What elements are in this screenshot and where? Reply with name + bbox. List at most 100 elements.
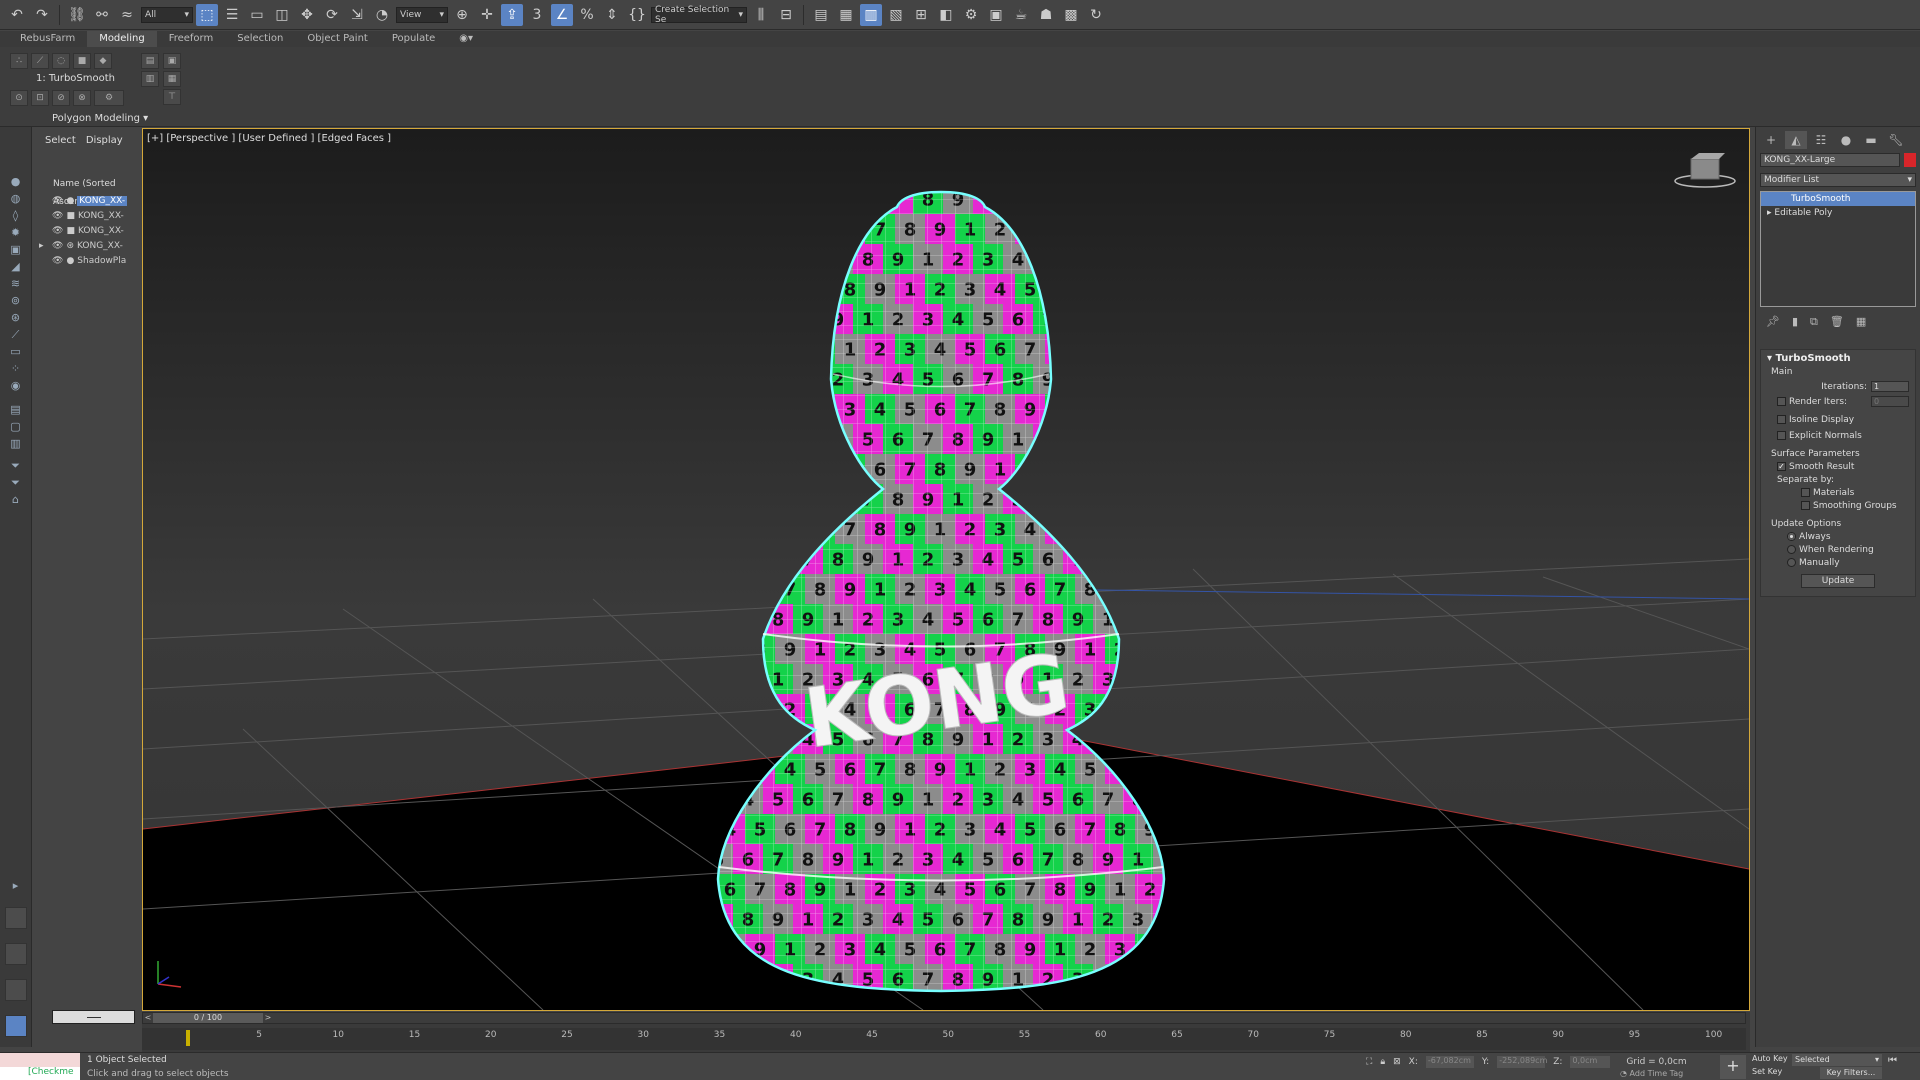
tab-populate[interactable]: Populate	[380, 31, 447, 47]
iterations-spinner[interactable]: 1	[1871, 381, 1909, 392]
materials-checkbox[interactable]	[1801, 488, 1810, 497]
snaps-toggle-icon[interactable]: 3	[526, 4, 548, 26]
render-production-icon[interactable]: ☕	[1010, 4, 1032, 26]
display-containers-icon[interactable]: ▭	[8, 345, 24, 359]
render-iterative-icon[interactable]: ☗	[1035, 4, 1057, 26]
ribbon-side-b-icon[interactable]: ▥	[141, 71, 159, 87]
show-end-result-icon[interactable]: ⊡	[31, 90, 49, 106]
element-icon[interactable]: ◆	[94, 53, 112, 69]
eye-icon[interactable]: 👁︎	[52, 256, 63, 266]
polygon-modeling-dropdown[interactable]: Polygon Modeling ▾	[52, 113, 148, 124]
always-radio[interactable]	[1787, 532, 1796, 541]
next-frame-arrow-icon[interactable]: >	[263, 1013, 273, 1023]
filter-active-icon[interactable]: ⏷	[8, 476, 24, 490]
tab-select[interactable]: Select	[45, 135, 76, 153]
selection-lock-icon[interactable]: 🔒︎	[1380, 1057, 1385, 1067]
pin-stack-icon[interactable]: ⊙	[10, 90, 28, 106]
display-xrefs-icon[interactable]: ⊛	[8, 311, 24, 325]
time-slider-thumb[interactable]: 0 / 100	[153, 1013, 263, 1023]
add-time-tag[interactable]: ◔ Add Time Tag	[1620, 1069, 1683, 1078]
named-selection-sets-dropdown[interactable]: Create Selection Se ▾	[651, 5, 747, 25]
scene-row[interactable]: ▸ 👁︎ ⊛ KONG_XX-	[33, 238, 139, 253]
display-geometry-icon[interactable]: ◍	[8, 192, 24, 206]
expand-arrow-icon[interactable]: ▸	[8, 879, 24, 893]
auto-key-button[interactable]: Auto Key	[1752, 1054, 1788, 1063]
stack-item-turbosmooth[interactable]: TurboSmooth	[1761, 192, 1915, 206]
make-unique-icon[interactable]: ⊘	[52, 90, 70, 106]
isolate-selection-icon[interactable]: ⛶	[1366, 1057, 1372, 1067]
tab-freeform[interactable]: Freeform	[157, 31, 226, 47]
tab-object-paint[interactable]: Object Paint	[295, 31, 380, 47]
display-all-icon[interactable]: ◉	[8, 379, 24, 393]
tab-rebusfarm[interactable]: RebusFarm	[8, 31, 87, 47]
x-coordinate-field[interactable]: -67,082cm	[1425, 1056, 1474, 1068]
time-slider-track[interactable]: 0 / 100 < >	[142, 1012, 1746, 1024]
pin-stack-icon[interactable]: 📌︎	[1766, 315, 1780, 329]
z-coordinate-field[interactable]: 0,0cm	[1570, 1056, 1611, 1068]
layer-toggle-icon[interactable]: ⌂	[8, 493, 24, 507]
display-helpers-icon[interactable]: ◢	[8, 260, 24, 274]
ribbon-side-d-icon[interactable]: ▦	[163, 71, 181, 87]
object-name-field[interactable]: KONG_XX-Large	[1760, 153, 1900, 167]
viewport-layout-3[interactable]	[5, 979, 27, 1001]
mirror-icon[interactable]: ⫼	[750, 4, 772, 26]
pivot-center-icon[interactable]: ⊕	[451, 4, 473, 26]
select-all-icon[interactable]: ▤	[8, 403, 24, 417]
absolute-mode-icon[interactable]: ⊠	[1393, 1057, 1401, 1067]
key-filters-button[interactable]: Key Filters...	[1820, 1067, 1882, 1079]
select-none-icon[interactable]: ▢	[8, 420, 24, 434]
tab-display[interactable]: Display	[86, 135, 123, 153]
configure-modifiers-icon[interactable]: ⚙	[94, 90, 124, 106]
show-end-result-icon[interactable]: ▮	[1792, 315, 1798, 329]
utilities-tab-icon[interactable]: 🔧︎	[1885, 131, 1907, 149]
ribbon-side-a-icon[interactable]: ▤	[141, 53, 159, 69]
column-header-name[interactable]: Name (Sorted Ascen	[33, 175, 139, 207]
display-groups-icon[interactable]: ⊚	[8, 294, 24, 308]
eye-icon[interactable]: 👁︎	[52, 196, 63, 206]
select-object-icon[interactable]: ⬚	[196, 3, 218, 26]
reference-coordinate-dropdown[interactable]: View ▾	[396, 6, 448, 23]
key-mode-dropdown[interactable]: Selected ▾	[1792, 1054, 1882, 1066]
smoothing-groups-checkbox[interactable]	[1801, 501, 1810, 510]
scene-explorer-scrollbar[interactable]	[52, 1010, 135, 1024]
smooth-result-checkbox[interactable]: ✓	[1777, 462, 1786, 471]
display-space-warps-icon[interactable]: ≋	[8, 277, 24, 291]
stack-item-editable-poly[interactable]: ▸ Editable Poly	[1761, 206, 1915, 220]
move-icon[interactable]: ✥	[296, 4, 318, 26]
eye-icon[interactable]: 👁︎	[52, 226, 63, 236]
motion-tab-icon[interactable]: ●	[1835, 131, 1857, 149]
display-shapes-icon[interactable]: ◊	[8, 209, 24, 223]
object-color-swatch[interactable]	[1904, 153, 1916, 167]
percent-snap-icon[interactable]: %	[576, 4, 598, 26]
rollout-header[interactable]: ▾ TurboSmooth	[1761, 350, 1915, 367]
invert-selection-icon[interactable]: ▥	[8, 437, 24, 451]
material-editor-icon[interactable]: ◧	[935, 4, 957, 26]
tab-modeling[interactable]: Modeling	[87, 31, 157, 47]
scene-row[interactable]: 👁︎ ● ShadowPla	[33, 253, 139, 268]
ribbon-side-c-icon[interactable]: ▣	[163, 53, 181, 69]
schematic-view-icon[interactable]: ⊞	[910, 4, 932, 26]
layer-explorer-icon[interactable]: ▦	[835, 4, 857, 26]
eye-icon[interactable]: 👁︎	[52, 241, 63, 251]
set-key-button[interactable]: Set Key	[1752, 1067, 1782, 1076]
update-button[interactable]: Update	[1801, 574, 1875, 588]
when-rendering-radio[interactable]	[1787, 545, 1796, 554]
render-iters-spinner[interactable]: 0	[1871, 396, 1909, 407]
y-coordinate-field[interactable]: -252,089cm	[1497, 1056, 1547, 1068]
ribbon-side-e-icon[interactable]: ⊤	[163, 89, 181, 105]
modify-tab-icon[interactable]: ◭	[1785, 131, 1807, 149]
prev-frame-arrow-icon[interactable]: <	[143, 1013, 153, 1023]
track-bar[interactable]: 5 10 15 20 25 30 35 40 45 50 55 60 65 70 75 80 85 90 95 100	[142, 1028, 1746, 1050]
filter-icon[interactable]: ⏷	[8, 459, 24, 473]
display-tab-icon[interactable]: ▬	[1860, 131, 1882, 149]
redo-icon[interactable]: ↷	[31, 4, 53, 26]
display-bones-icon[interactable]: ⟋	[8, 328, 24, 342]
rectangular-selection-icon[interactable]: ▭	[246, 4, 268, 26]
render-online-icon[interactable]: ↻	[1085, 4, 1107, 26]
create-tab-icon[interactable]: +	[1760, 131, 1782, 149]
set-key-plus-icon[interactable]: +	[1720, 1055, 1746, 1079]
ribbon-options-icon[interactable]: ◉▾	[447, 31, 485, 47]
render-farm-icon[interactable]: ▩	[1060, 4, 1082, 26]
go-to-start-icon[interactable]: ⏮	[1888, 1055, 1897, 1066]
ribbon-toggle-icon[interactable]: ▥	[860, 3, 882, 26]
